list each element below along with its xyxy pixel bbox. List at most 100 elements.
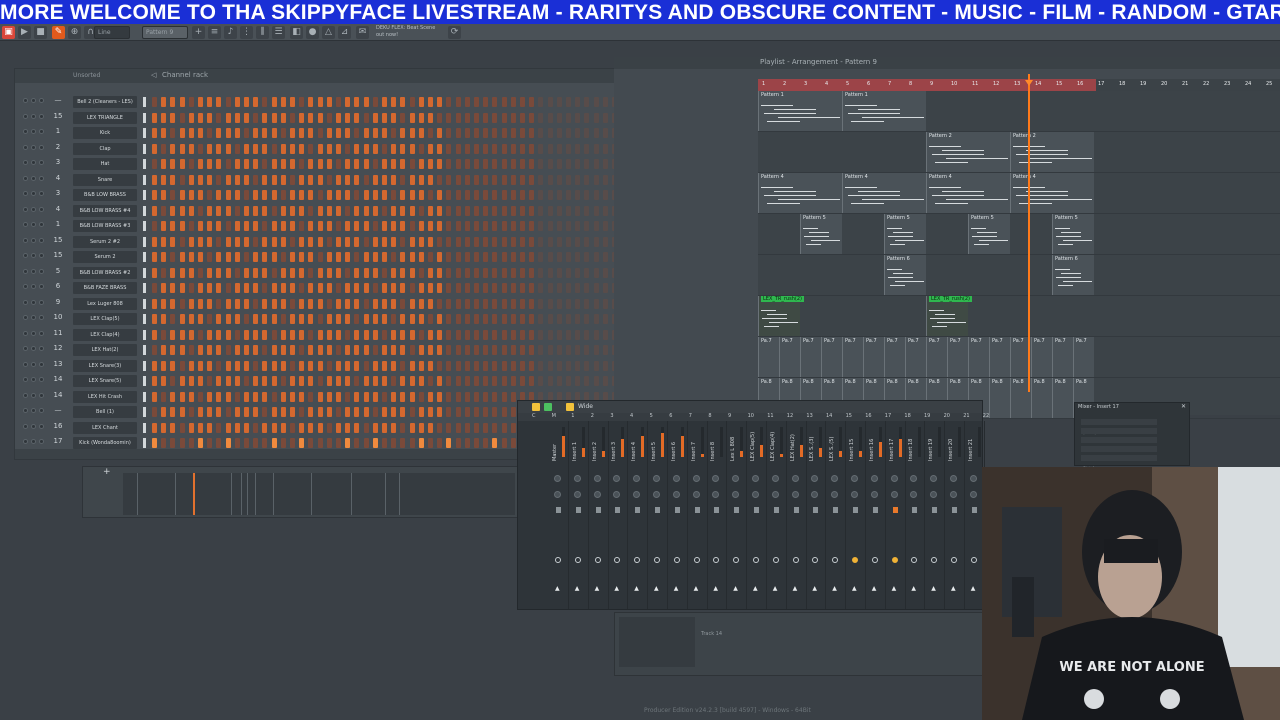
step-button[interactable] (464, 174, 470, 185)
channel-select-indicator[interactable] (143, 422, 146, 433)
mixer-strip[interactable]: Insert 19 ▲ (924, 421, 946, 609)
step-button[interactable] (483, 267, 489, 278)
step-button[interactable] (446, 376, 452, 386)
step-button[interactable] (308, 112, 314, 123)
step-button[interactable] (400, 205, 406, 216)
step-button[interactable] (152, 267, 157, 278)
step-button[interactable] (262, 376, 268, 386)
step-button[interactable] (492, 314, 498, 324)
step-button[interactable] (566, 283, 571, 293)
step-button[interactable] (244, 422, 249, 433)
step-button[interactable] (556, 283, 562, 293)
step-button[interactable] (529, 360, 535, 371)
step-button[interactable] (244, 190, 249, 200)
step-button[interactable] (152, 376, 157, 386)
step-button[interactable] (262, 128, 268, 138)
mixer-fader[interactable] (635, 507, 641, 513)
step-button[interactable] (400, 143, 406, 154)
step-button[interactable] (446, 407, 452, 417)
step-button[interactable] (179, 97, 185, 107)
step-button[interactable] (602, 329, 608, 340)
step-button[interactable] (566, 112, 571, 123)
step-button[interactable] (152, 221, 157, 231)
step-button[interactable] (474, 345, 479, 355)
step-button[interactable] (290, 143, 295, 154)
step-button[interactable] (547, 205, 553, 216)
step-button[interactable] (602, 376, 608, 386)
step-button[interactable] (464, 345, 470, 355)
step-button[interactable] (556, 236, 562, 247)
step-button[interactable] (290, 314, 295, 324)
step-button[interactable] (446, 205, 452, 216)
step-button[interactable] (234, 283, 240, 293)
step-button[interactable] (483, 112, 489, 123)
step-button[interactable] (299, 97, 305, 107)
step-button[interactable] (464, 329, 470, 340)
step-button[interactable] (382, 112, 387, 123)
step-button[interactable] (188, 190, 194, 200)
step-button[interactable] (363, 345, 369, 355)
step-button[interactable] (446, 391, 452, 402)
playlist-clip-small[interactable]: Pa.7 (989, 337, 1010, 377)
step-button[interactable] (566, 205, 571, 216)
pattern-select[interactable]: Pattern 9 (142, 26, 188, 39)
step-button[interactable] (575, 267, 581, 278)
step-button[interactable] (566, 376, 571, 386)
step-button[interactable] (575, 298, 581, 309)
step-button[interactable] (455, 221, 461, 231)
channel-mute-led[interactable] (23, 206, 28, 212)
step-button[interactable] (455, 190, 461, 200)
channel-mute-led[interactable] (23, 175, 28, 181)
step-button[interactable] (308, 360, 314, 371)
step-button[interactable] (179, 298, 185, 309)
step-button[interactable] (483, 422, 489, 433)
channel-pan-knob[interactable] (31, 392, 36, 398)
step-button[interactable] (382, 174, 387, 185)
step-button[interactable] (382, 376, 387, 386)
step-button[interactable] (575, 174, 581, 185)
step-button[interactable] (336, 391, 341, 402)
step-button[interactable] (529, 159, 535, 169)
playlist-clip[interactable]: Pattern 2 (1010, 132, 1094, 172)
step-button[interactable] (354, 298, 360, 309)
mixer-route-button[interactable] (574, 557, 581, 563)
step-button[interactable] (418, 345, 424, 355)
step-button[interactable] (326, 298, 332, 309)
step-button[interactable] (262, 422, 268, 433)
step-button[interactable] (372, 221, 378, 231)
channel-volume-knob[interactable] (39, 408, 44, 413)
step-button[interactable] (510, 174, 516, 185)
step-button[interactable] (372, 267, 378, 278)
step-button[interactable] (345, 190, 351, 200)
step-button[interactable] (198, 112, 203, 123)
step-button[interactable] (354, 97, 360, 107)
step-button[interactable] (280, 267, 286, 278)
step-button[interactable] (547, 345, 553, 355)
step-button[interactable] (372, 360, 378, 371)
stop-icon[interactable]: ■ (34, 26, 47, 39)
mixer-fader[interactable] (833, 507, 839, 513)
step-button[interactable] (152, 391, 157, 402)
step-button[interactable] (170, 298, 176, 309)
step-button[interactable] (538, 314, 544, 324)
channel-mute-led[interactable] (23, 129, 28, 134)
channel-name-button[interactable]: LEX TRIANGLE (73, 111, 137, 124)
step-button[interactable] (391, 97, 397, 107)
step-button[interactable] (409, 345, 415, 355)
channel-select-indicator[interactable] (143, 205, 146, 216)
playlist-clip-small[interactable]: Pa.7 (884, 337, 905, 377)
step-button[interactable] (593, 174, 599, 185)
send-arrow-icon[interactable]: ▲ (872, 585, 877, 592)
step-button[interactable] (262, 438, 268, 448)
channel-volume-knob[interactable] (39, 175, 44, 181)
step-button[interactable] (188, 283, 194, 293)
channel-mute-led[interactable] (23, 361, 28, 367)
step-button[interactable] (492, 128, 498, 138)
step-button[interactable] (271, 205, 277, 216)
step-button[interactable] (446, 143, 452, 154)
step-button[interactable] (584, 190, 590, 200)
step-button[interactable] (225, 267, 231, 278)
step-button[interactable] (409, 112, 415, 123)
step-button[interactable] (409, 407, 415, 417)
step-button[interactable] (391, 159, 397, 169)
